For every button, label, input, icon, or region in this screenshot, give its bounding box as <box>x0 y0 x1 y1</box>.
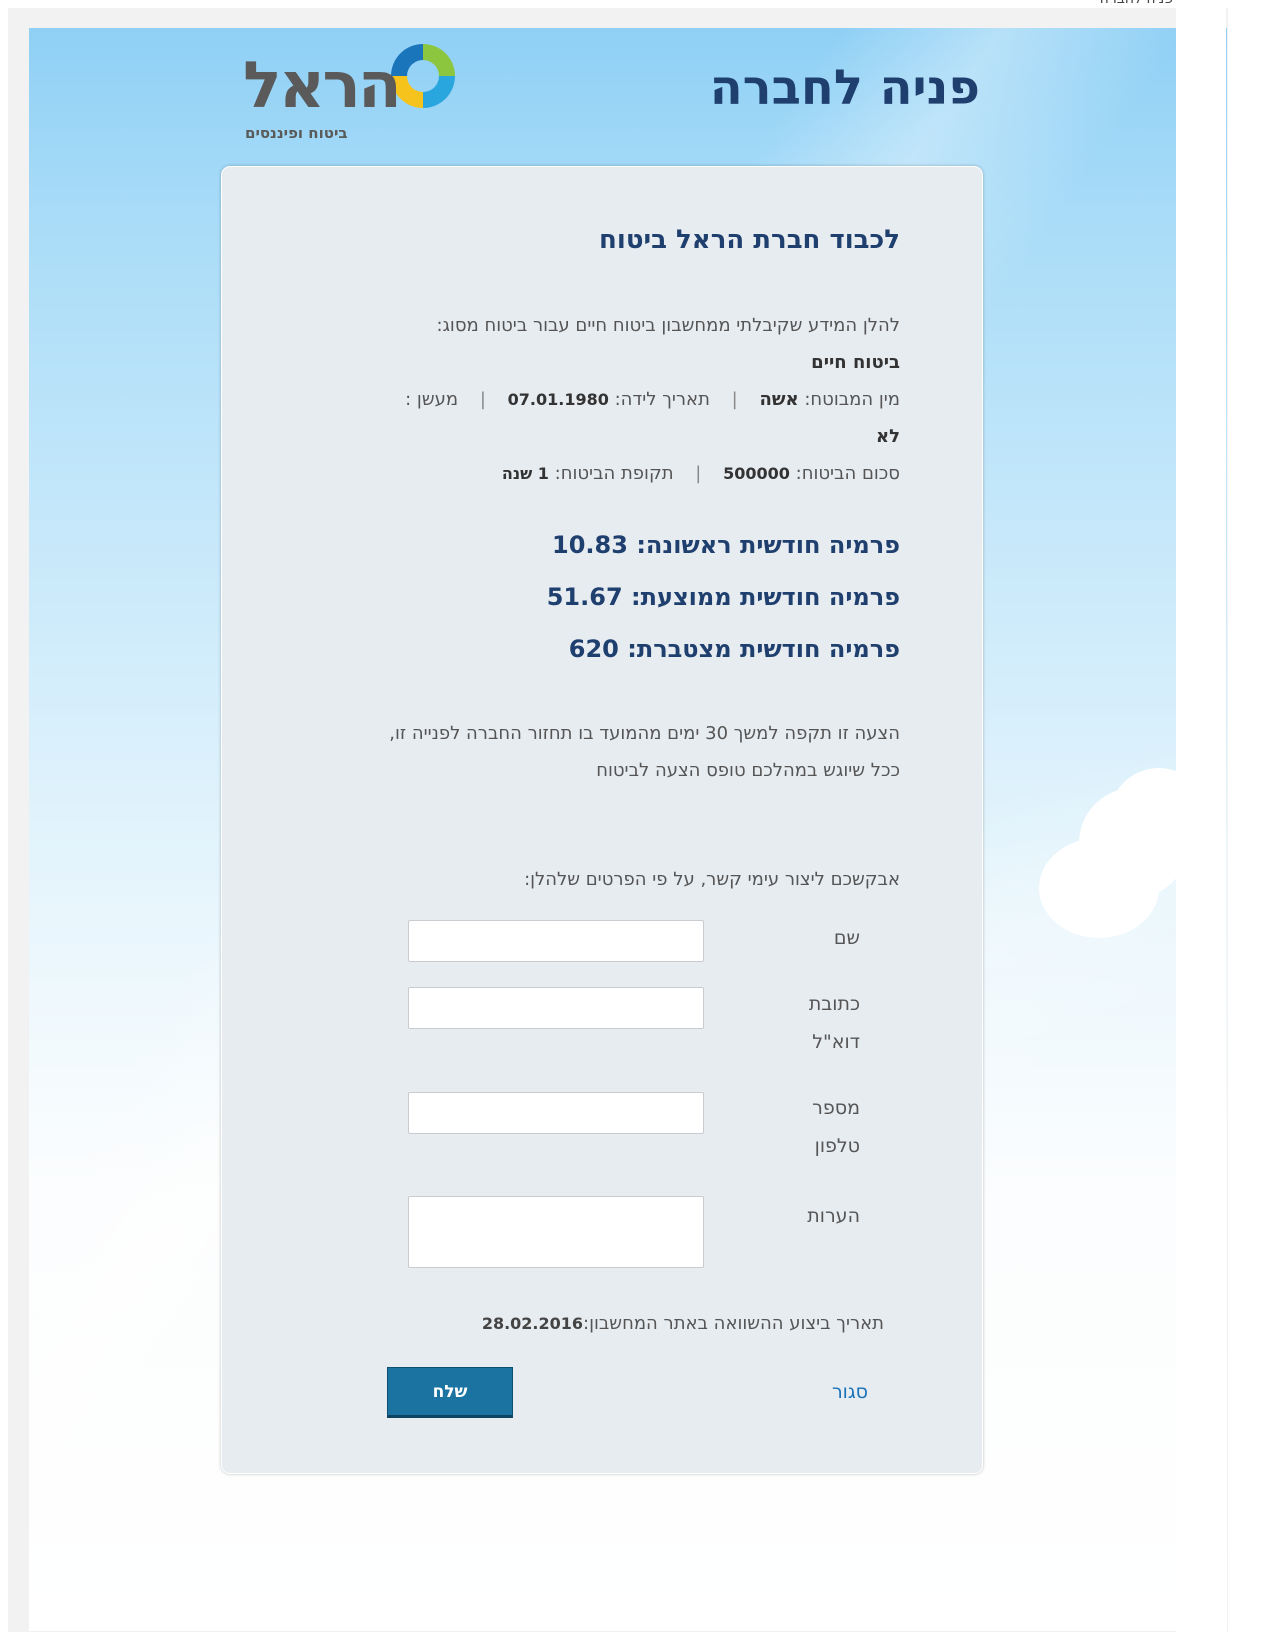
page-margin <box>1176 0 1226 1639</box>
notes-textarea[interactable] <box>408 1196 704 1268</box>
premium-value: 620 <box>568 635 619 663</box>
name-input[interactable] <box>408 920 704 962</box>
insurance-type: ביטוח חיים <box>811 352 900 373</box>
notes-label: הערות <box>807 1205 860 1227</box>
page-title: פניה לחברה <box>709 60 980 116</box>
premium-label: פרמיה חודשית ממוצעת: <box>631 583 900 611</box>
email-input[interactable] <box>408 987 704 1029</box>
separator: | <box>695 463 702 484</box>
period-value: 1 שנה <box>501 464 549 483</box>
premium-first: פרמיה חודשית ראשונה: 10.83 <box>552 531 900 559</box>
smoker-value: לא <box>876 426 900 447</box>
comparison-date: תאריך ביצוע ההשוואה באתר המחשבון:28.02.2… <box>482 1313 884 1334</box>
premium-label: פרמיה חודשית מצטברת: <box>627 635 900 663</box>
close-link[interactable]: סגור <box>832 1381 868 1403</box>
harel-logo: הראל ביטוח ופיננסים <box>243 40 468 145</box>
premium-cumulative: פרמיה חודשית מצטברת: 620 <box>569 635 900 663</box>
phone-label: מספר טלפון <box>812 1097 860 1157</box>
separator: | <box>731 389 738 410</box>
period-label: תקופת הביטוח: <box>554 463 674 484</box>
premium-average: פרמיה חודשית ממוצעת: 51.67 <box>547 583 900 611</box>
send-button[interactable]: שלח <box>387 1367 513 1418</box>
gender-value: אשה <box>759 389 799 410</box>
coverage-line: סכום הביטוח: 500000 | תקופת הביטוח: 1 שנ… <box>300 455 900 492</box>
contact-panel: לכבוד חברת הראל ביטוח להלן המידע שקיבלתי… <box>221 166 983 1474</box>
name-label: שם <box>833 927 860 949</box>
logo-wordmark: הראל <box>243 49 402 123</box>
date-label: תאריך ביצוע ההשוואה באתר המחשבון: <box>583 1313 884 1334</box>
intro-text: להלן המידע שקיבלתי ממחשבון ביטוח חיים עב… <box>436 315 900 336</box>
offer-line: ככל שיוגש במהלכם טופס הצעה לביטוח <box>596 760 900 781</box>
premium-label: פרמיה חודשית ראשונה: <box>636 531 900 559</box>
birthdate-label: תאריך לידה: <box>614 389 710 410</box>
offer-note: הצעה זו תקפה למשך 30 ימים מהמועד בו תחזו… <box>340 715 900 789</box>
separator: | <box>479 389 486 410</box>
contact-intro: אבקשכם ליצור עימי קשר, על פי הפרטים שלהל… <box>524 869 900 890</box>
panel-title: לכבוד חברת הראל ביטוח <box>599 225 900 255</box>
birthdate-value: 07.01.1980 <box>507 390 609 409</box>
logo-subtitle: ביטוח ופיננסים <box>245 124 348 142</box>
sum-label: סכום הביטוח: <box>795 463 900 484</box>
sum-value: 500000 <box>723 464 790 483</box>
window-title-fragment: פניה לחברה <box>1093 0 1173 9</box>
premium-value: 10.83 <box>552 531 628 559</box>
smoker-label: מעשן : <box>405 389 459 410</box>
email-label: כתובת דוא"ל <box>808 993 860 1053</box>
gender-label: מין המבוטח: <box>804 389 900 410</box>
date-value: 28.02.2016 <box>481 1314 584 1333</box>
offer-line: הצעה זו תקפה למשך 30 ימים מהמועד בו תחזו… <box>389 723 900 744</box>
premium-value: 51.67 <box>546 583 623 611</box>
summary-block: להלן המידע שקיבלתי ממחשבון ביטוח חיים עב… <box>300 307 900 492</box>
phone-input[interactable] <box>408 1092 704 1134</box>
insured-details-line: מין המבוטח: אשה | תאריך לידה: 07.01.1980… <box>300 381 900 418</box>
